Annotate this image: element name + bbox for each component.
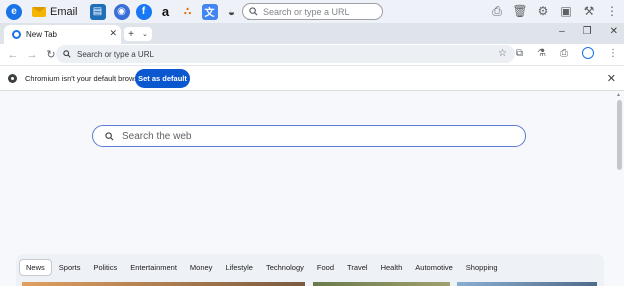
tab-search-chevron-icon[interactable]: ⌄: [142, 30, 148, 38]
more-icon[interactable]: ⋮: [606, 4, 618, 18]
category-tab-politics[interactable]: Politics: [87, 260, 123, 275]
default-browser-infobar: Chromium isn't your default browser Set …: [0, 65, 624, 91]
window-icon[interactable]: ▣: [560, 4, 572, 18]
extensions-icon[interactable]: ⧉: [516, 48, 523, 59]
category-tab-travel[interactable]: Travel: [341, 260, 374, 275]
tab-close-icon[interactable]: ✕: [109, 28, 117, 39]
print-icon[interactable]: ⎙: [491, 4, 503, 18]
new-tab-plus-icon[interactable]: +: [128, 29, 134, 40]
tab-favicon-icon: [12, 30, 21, 39]
category-tab-lifestyle[interactable]: Lifestyle: [219, 260, 259, 275]
browser-toolbar: ← → ↻ Search or type a URL ☆ ⧉ ⚗ ⎙ ⋮: [0, 44, 624, 65]
back-arrow-icon[interactable]: ←: [4, 46, 22, 64]
window-controls: – ❐ ✕: [559, 26, 618, 37]
trash-icon[interactable]: 🗑: [512, 4, 527, 18]
settings-icon[interactable]: ⚙: [537, 4, 549, 18]
profile-avatar[interactable]: [582, 47, 594, 59]
tab-label: New Tab: [26, 30, 57, 39]
edge-icon[interactable]: e: [6, 3, 22, 20]
category-tab-money[interactable]: Money: [184, 260, 219, 275]
amazon-icon[interactable]: a: [158, 4, 174, 20]
email-shortcut[interactable]: Email: [32, 6, 78, 18]
scroll-up-arrow-icon[interactable]: ▲: [616, 92, 622, 98]
page-scrollbar[interactable]: [617, 100, 622, 170]
dots-icon[interactable]: ∴: [180, 4, 196, 20]
web-search-input[interactable]: Search the web: [92, 125, 526, 147]
gamepad-icon[interactable]: ◒: [224, 4, 240, 20]
taskbar-search-input[interactable]: Search or type a URL: [242, 3, 383, 20]
infobar-message: Chromium isn't your default browser: [25, 73, 145, 83]
new-tab-controls: + ⌄: [124, 27, 152, 41]
translate-icon[interactable]: 文: [201, 3, 218, 20]
taskbar-search-placeholder: Search or type a URL: [263, 6, 350, 17]
search-icon: [249, 7, 258, 16]
facebook-icon[interactable]: f: [135, 3, 152, 20]
taskbar: e Email ▤ ◉ f a ∴ 文 ◒ ▦ Search or type a…: [0, 0, 624, 24]
news-category-tabs: News Sports Politics Entertainment Money…: [19, 259, 505, 276]
minimize-icon[interactable]: –: [559, 26, 565, 37]
restore-icon[interactable]: ❐: [583, 26, 592, 37]
category-tab-news[interactable]: News: [19, 259, 52, 276]
tab-new-tab[interactable]: New Tab ✕: [4, 25, 121, 44]
forward-arrow-icon[interactable]: →: [23, 46, 41, 64]
new-tab-page: ▲ Search the web News Sports Politics En…: [0, 92, 624, 286]
email-label: Email: [50, 5, 78, 18]
category-tab-food[interactable]: Food: [311, 260, 340, 275]
close-window-icon[interactable]: ✕: [610, 26, 618, 37]
menu-kebab-icon[interactable]: ⋮: [608, 48, 618, 59]
category-tab-automotive[interactable]: Automotive: [409, 260, 459, 275]
email-icon: [32, 6, 46, 17]
news-thumbnail[interactable]: [313, 282, 450, 286]
address-bar[interactable]: Search or type a URL ☆: [56, 45, 515, 63]
category-tab-sports[interactable]: Sports: [53, 260, 87, 275]
lab-icon[interactable]: ⚗: [537, 48, 546, 59]
omnibox-search-icon: [63, 50, 71, 58]
bookmark-star-icon[interactable]: ☆: [498, 48, 507, 59]
tab-strip: New Tab ✕ + ⌄ – ❐ ✕: [0, 24, 624, 44]
news-thumbnail[interactable]: [22, 282, 305, 286]
address-bar-placeholder: Search or type a URL: [77, 49, 154, 59]
globe-icon[interactable]: ◉: [113, 3, 130, 20]
printer-icon[interactable]: ⎙: [560, 48, 568, 59]
news-thumbnail[interactable]: [457, 282, 597, 286]
web-search-placeholder: Search the web: [122, 130, 192, 142]
set-as-default-button[interactable]: Set as default: [135, 69, 190, 88]
category-tab-shopping[interactable]: Shopping: [460, 260, 504, 275]
tools-icon[interactable]: ⚒: [583, 4, 595, 18]
category-tab-health[interactable]: Health: [375, 260, 409, 275]
category-tab-technology[interactable]: Technology: [260, 260, 310, 275]
category-tab-entertainment[interactable]: Entertainment: [124, 260, 183, 275]
news-icon[interactable]: ▤: [89, 3, 106, 20]
chromium-info-icon: [8, 73, 17, 83]
web-search-icon: [105, 131, 114, 140]
infobar-close-icon[interactable]: ✕: [607, 72, 616, 85]
